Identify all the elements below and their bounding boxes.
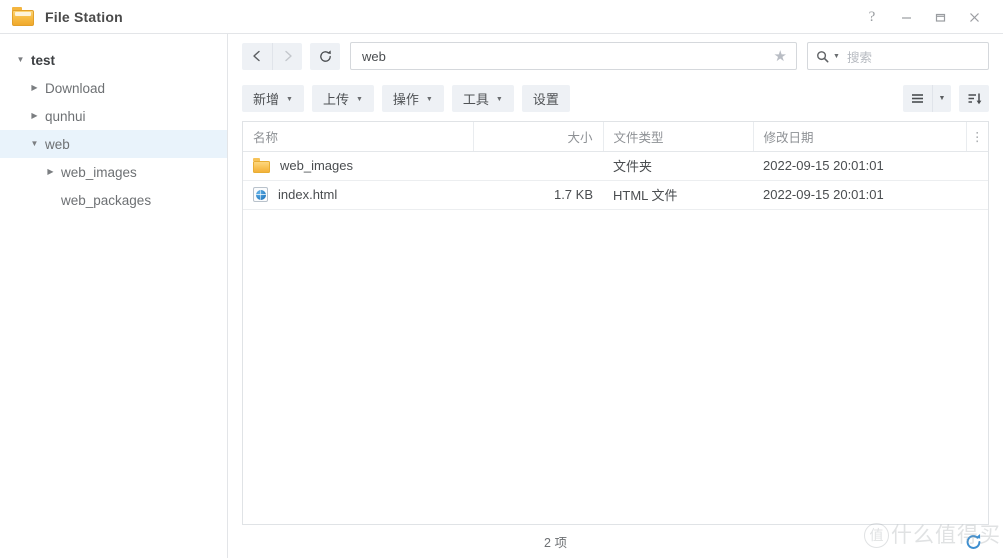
- sidebar-item-web_packages[interactable]: ▶ web_packages: [0, 186, 227, 214]
- sort-descending-icon[interactable]: [959, 84, 989, 112]
- window-controls: ?: [855, 0, 1003, 34]
- help-icon[interactable]: ?: [855, 0, 889, 34]
- sidebar-item-label: web: [45, 136, 70, 152]
- content-area: web ★ ▼ 搜索 新增 ▼ 上传 ▼ 操作 ▼ 工具 ▼ 设置 ▼ 名称 大…: [228, 34, 1003, 558]
- sidebar-folder-tree: ▼ test ▶ Download ▶ qunhui ▼ web ▶ web_images ▶ web…: [0, 34, 228, 558]
- cell-date: 2022-09-15 20:01:01: [753, 180, 966, 210]
- file-name-label: index.html: [278, 187, 338, 202]
- sidebar-item-label: qunhui: [45, 108, 86, 124]
- maximize-icon[interactable]: [923, 0, 957, 34]
- sidebar-item-web_images[interactable]: ▶ web_images: [0, 158, 227, 186]
- folder-icon: [253, 158, 270, 173]
- address-value: web: [362, 48, 386, 64]
- caret-right-icon[interactable]: ▶: [28, 84, 41, 92]
- cell-name: index.html: [243, 180, 473, 210]
- sidebar-item-web[interactable]: ▼ web: [0, 130, 227, 158]
- chevron-down-icon[interactable]: ▼: [833, 53, 840, 60]
- toolbar-button-label: 设置: [532, 91, 559, 107]
- folder-icon: [12, 7, 34, 26]
- table-row[interactable]: index.html 1.7 KB HTML 文件 2022-09-15 20:01:…: [243, 180, 988, 210]
- cell-size: [473, 151, 603, 181]
- cell-spacer: [966, 151, 988, 181]
- toolbar-button-label: 上传: [322, 91, 349, 107]
- sidebar-item-label: Download: [45, 80, 106, 96]
- refresh-button[interactable]: [310, 42, 340, 70]
- table-header-row: 名称 大小 文件类型 修改日期 ⋮: [243, 122, 988, 152]
- list-view-icon[interactable]: [903, 84, 932, 112]
- cell-name: web_images: [243, 151, 473, 181]
- caret-right-icon[interactable]: ▶: [44, 168, 57, 176]
- close-icon[interactable]: [957, 0, 991, 34]
- search-icon: [816, 50, 829, 63]
- sidebar-item-test[interactable]: ▼ test: [0, 46, 227, 74]
- title-bar: File Station ?: [0, 0, 1003, 34]
- view-mode-chevron-down-icon[interactable]: ▼: [932, 84, 951, 112]
- back-button[interactable]: [242, 42, 272, 70]
- view-mode-group: ▼: [903, 84, 951, 112]
- sidebar-item-qunhui[interactable]: ▶ qunhui: [0, 102, 227, 130]
- nav-button-group: [242, 42, 302, 70]
- html-file-icon: [253, 187, 268, 202]
- file-table: 名称 大小 文件类型 修改日期 ⋮ web_images 文件夹 2022-09-1…: [243, 122, 988, 210]
- toolbar-button-0[interactable]: 新增 ▼: [242, 84, 304, 112]
- cell-date: 2022-09-15 20:01:01: [753, 151, 966, 181]
- toolbar-button-2[interactable]: 操作 ▼: [381, 84, 444, 112]
- column-header-size[interactable]: 大小: [472, 122, 603, 152]
- chevron-down-icon: ▼: [495, 95, 503, 103]
- file-list-pane: 名称 大小 文件类型 修改日期 ⋮ web_images 文件夹 2022-09-1…: [242, 121, 989, 524]
- refresh-circle-icon[interactable]: [964, 532, 983, 551]
- cell-size: 1.7 KB: [473, 180, 603, 210]
- caret-down-icon[interactable]: ▼: [14, 56, 27, 64]
- status-bar: 2 项: [242, 524, 989, 558]
- star-icon[interactable]: ★: [771, 49, 790, 64]
- cell-type: 文件夹: [603, 151, 753, 181]
- page-title: File Station: [45, 8, 123, 25]
- file-list-empty-space: [243, 209, 988, 524]
- column-header-type[interactable]: 文件类型: [602, 122, 753, 152]
- toolbar-button-3[interactable]: 工具 ▼: [451, 84, 514, 112]
- toolbar-button-label: 新增: [253, 91, 280, 107]
- search-input[interactable]: ▼ 搜索: [807, 42, 989, 70]
- toolbar-button-1[interactable]: 上传 ▼: [311, 84, 374, 112]
- caret-down-icon[interactable]: ▼: [28, 140, 41, 148]
- forward-button[interactable]: [272, 42, 302, 70]
- navigation-bar: web ★ ▼ 搜索: [228, 34, 1003, 78]
- action-toolbar: 新增 ▼ 上传 ▼ 操作 ▼ 工具 ▼ 设置 ▼: [228, 78, 1003, 118]
- column-header-name[interactable]: 名称: [243, 122, 473, 152]
- cell-spacer: [966, 180, 988, 210]
- minimize-icon[interactable]: [889, 0, 923, 34]
- search-placeholder: 搜索: [846, 50, 872, 65]
- sidebar-item-label: web_images: [61, 164, 137, 180]
- table-row[interactable]: web_images 文件夹 2022-09-15 20:01:01: [243, 151, 988, 181]
- file-station-window: File Station ? ▼ test ▶ Download ▶ qunhui ▼ web…: [0, 0, 1003, 558]
- toolbar-button-label: 工具: [462, 91, 489, 107]
- sidebar-item-download[interactable]: ▶ Download: [0, 74, 227, 102]
- chevron-down-icon: ▼: [355, 95, 363, 103]
- caret-placeholder: ▶: [44, 196, 57, 204]
- chevron-down-icon: ▼: [286, 95, 293, 103]
- cell-type: HTML 文件: [603, 180, 753, 210]
- file-name-label: web_images: [280, 158, 353, 173]
- toolbar-button-label: 操作: [392, 91, 419, 107]
- main-split: ▼ test ▶ Download ▶ qunhui ▼ web ▶ web_images ▶ web…: [0, 34, 1003, 558]
- sidebar-item-label: test: [31, 52, 56, 68]
- item-count-label: 2 项: [544, 536, 567, 550]
- address-bar[interactable]: web ★: [350, 42, 797, 70]
- toolbar-button-4[interactable]: 设置: [521, 84, 570, 112]
- caret-right-icon[interactable]: ▶: [28, 112, 41, 120]
- column-options-icon[interactable]: ⋮: [965, 122, 988, 152]
- column-header-date[interactable]: 修改日期: [752, 122, 966, 152]
- sidebar-item-label: web_packages: [61, 192, 152, 208]
- chevron-down-icon: ▼: [425, 95, 433, 103]
